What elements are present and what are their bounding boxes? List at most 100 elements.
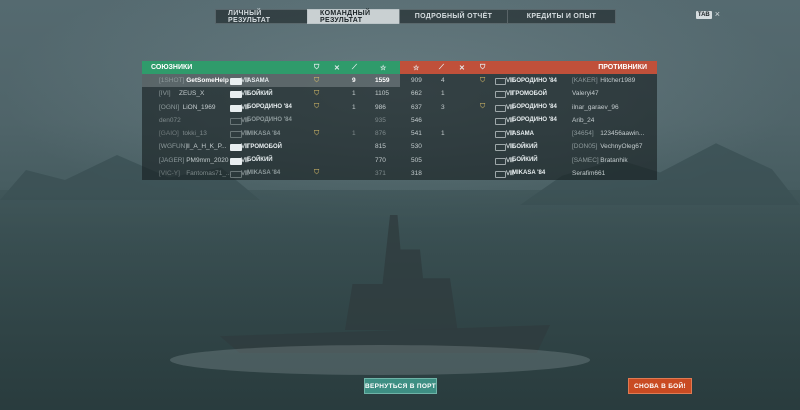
player-clan-tag: [JAGER] [159,156,185,164]
medal-column-icon: ⛉ [480,63,486,71]
results-tabs: ЛИЧНЫЙ РЕЗУЛЬТАТ КОМАНДНЫЙ РЕЗУЛЬТАТ ПОД… [215,9,616,24]
enemy-row[interactable]: 530 Ⅷ БОЙКИЙ [DON05] VechnyOleg67 [400,140,657,153]
ship-name: БОРОДИНО '84 [512,104,557,111]
score-value: 371 [375,169,386,177]
enemy-row[interactable]: 505 Ⅷ БОЙКИЙ [SAMEC] Bratanhik [400,154,657,167]
tab-team-result[interactable]: КОМАНДНЫЙ РЕЗУЛЬТАТ [307,9,400,24]
ally-row[interactable]: [GAIO] tokki_13 Ⅷ MIKASA '84 ⛉ 1 876 [142,127,400,140]
score-value: 530 [411,143,422,151]
enemy-row[interactable]: 541 1 Ⅷ ASAMA [34654] 123456aawin... [400,127,657,140]
kills-column-icon: ✕ [459,64,465,72]
allies-header: СОЮЗНИКИ ⛉ ✕ ⟋ ☆ [142,61,400,74]
player-name: Hitcher1989 [600,77,636,85]
enemy-row[interactable]: 662 1 Ⅷ ГРОМОБОЙ Valeryi47 [400,87,657,100]
player-name: II_A_H_K_P... [186,143,227,151]
ally-row[interactable]: [WGFUN] II_A_H_K_P... Ⅷ ГРОМОБОЙ 815 [142,140,400,153]
player-clan-tag: [1SHOT] [159,77,185,85]
ship-name: ASAMA [247,77,269,84]
score-value: 1105 [375,90,389,98]
player-clan-tag: [GAIO] [159,130,179,138]
ally-row[interactable]: [JAGER] PM9mm_2020 Ⅷ БОЙКИЙ 770 [142,154,400,167]
close-control[interactable]: TAB × [695,10,720,19]
player-clan-tag: [IVI] [159,90,171,98]
ship-name: MIKASA '84 [512,170,546,177]
tab-detailed-report[interactable]: ПОДРОБНЫЙ ОТЧЁТ [399,9,508,24]
ship-name: MIKASA '84 [247,130,281,137]
player-clan-tag: [KAKER] [572,77,598,85]
tab-personal-result[interactable]: ЛИЧНЫЙ РЕЗУЛЬТАТ [215,9,308,24]
kills-count: 1 [352,103,356,111]
kills-count: 1 [352,90,356,98]
ship-name: MIKASA '84 [247,170,281,177]
kills-count: 1 [441,90,445,98]
ship-class-icon [495,131,506,138]
ship-name: БОЙКИЙ [512,143,538,150]
ship-name: БОРОДИНО '84 [247,117,292,124]
ally-row[interactable]: [IVI] ZEUS_X Ⅷ БОЙКИЙ ⛉ 1 1105 [142,87,400,100]
player-clan-tag: [DON05] [572,143,598,151]
ship-class-icon [495,117,506,125]
score-value: 546 [411,116,422,124]
score-column-icon: ☆ [380,64,387,72]
ally-row[interactable]: [1SHOT] GetSomeHelp Ⅷ ASAMA ⛉ 9 1559 [142,74,400,88]
kills-count: 9 [352,77,356,85]
player-clan-tag: [OGNI] [159,103,180,111]
player-clan-tag: [SAMEC] [572,156,599,164]
medal-icon: ⛉ [314,129,320,137]
enemy-row[interactable]: 909 4 ⛉ Ⅷ БОРОДИНО '84 [KAKER] Hitcher1989 [400,74,657,87]
player-name: PM9mm_2020 [186,156,229,164]
medal-icon: ⛉ [480,76,486,84]
player-name: den072 [159,116,181,124]
ship-name: ГРОМОБОЙ [512,90,547,97]
score-value: 986 [375,103,386,111]
ship-name: БОРОДИНО '84 [247,104,292,111]
score-value: 1559 [375,77,390,85]
return-to-port-button[interactable]: ВЕРНУТЬСЯ В ПОРТ [364,378,437,394]
player-name: Arib_24 [572,116,595,124]
enemies-title: ПРОТИВНИКИ [598,64,647,71]
score-column-icon: ☆ [413,64,420,72]
ship-name: БОЙКИЙ [512,157,538,164]
allies-panel: СОЮЗНИКИ ⛉ ✕ ⟋ ☆ [1SHOT] GetSomeHelp Ⅷ ASAM… [142,61,400,180]
tab-credits-and-xp[interactable]: КРЕДИТЫ И ОПЫТ [507,9,616,24]
player-name: tokki_13 [182,130,207,138]
ally-row[interactable]: [VIC-Y] Fantomas71_... Ⅷ MIKASA '84 ⛉ 371 [142,167,400,180]
score-value: 935 [375,116,386,124]
ship-class-icon [495,78,506,85]
player-name: GetSomeHelp [186,77,229,85]
tab-key-badge: TAB [695,10,712,19]
player-name: Valeryi47 [572,90,599,98]
player-clan-tag: [VIC-Y] [159,169,180,177]
score-value: 318 [411,169,422,177]
player-name: Fantomas71_... [186,169,232,177]
player-clan-tag: [WGFUN] [159,143,188,151]
enemy-row[interactable]: 318 Ⅷ MIKASA '84 Serafim661 [400,167,657,180]
score-value: 770 [375,156,386,164]
score-value: 505 [411,156,422,164]
medal-column-icon: ⛉ [314,63,320,71]
ship-name: ГРОМОБОЙ [247,143,282,150]
enemy-row[interactable]: 637 3 ⛉ Ⅷ БОРОДИНО '84 ilnar_garaev_96 [400,101,657,114]
kills-column-icon: ✕ [334,64,340,72]
ship-name: БОРОДИНО '84 [512,117,557,124]
ally-row[interactable]: den072 Ⅷ БОРОДИНО '84 935 [142,114,400,127]
kills-count: 3 [441,103,445,111]
player-name: VechnyOleg67 [600,143,643,151]
score-value: 815 [375,143,386,151]
enemies-panel: ☆ ⟋ ✕ ⛉ ПРОТИВНИКИ 909 4 ⛉ Ⅷ БОРОДИНО '84 [KA… [400,61,657,180]
player-clan-tag: [34654] [572,130,594,138]
enemy-row[interactable]: 546 Ⅷ БОРОДИНО '84 Arib_24 [400,114,657,127]
ship-name: БОЙКИЙ [247,157,273,164]
player-name: ilnar_garaev_96 [572,103,619,111]
ship-class-icon [495,104,506,112]
damage-column-icon: ⟋ [352,63,357,71]
ally-row[interactable]: [OGNI] LiON_1969 Ⅷ БОРОДИНО '84 ⛉ 1 986 [142,101,400,114]
ship-class-icon [495,91,506,99]
player-name: 123456aawin... [600,130,645,138]
battle-again-button[interactable]: СНОВА В БОЙ! [628,378,692,394]
kills-count: 1 [352,130,356,138]
ship-name: БОЙКИЙ [247,90,273,97]
score-value: 541 [411,130,422,138]
close-icon[interactable]: × [715,10,720,19]
score-value: 876 [375,130,386,138]
